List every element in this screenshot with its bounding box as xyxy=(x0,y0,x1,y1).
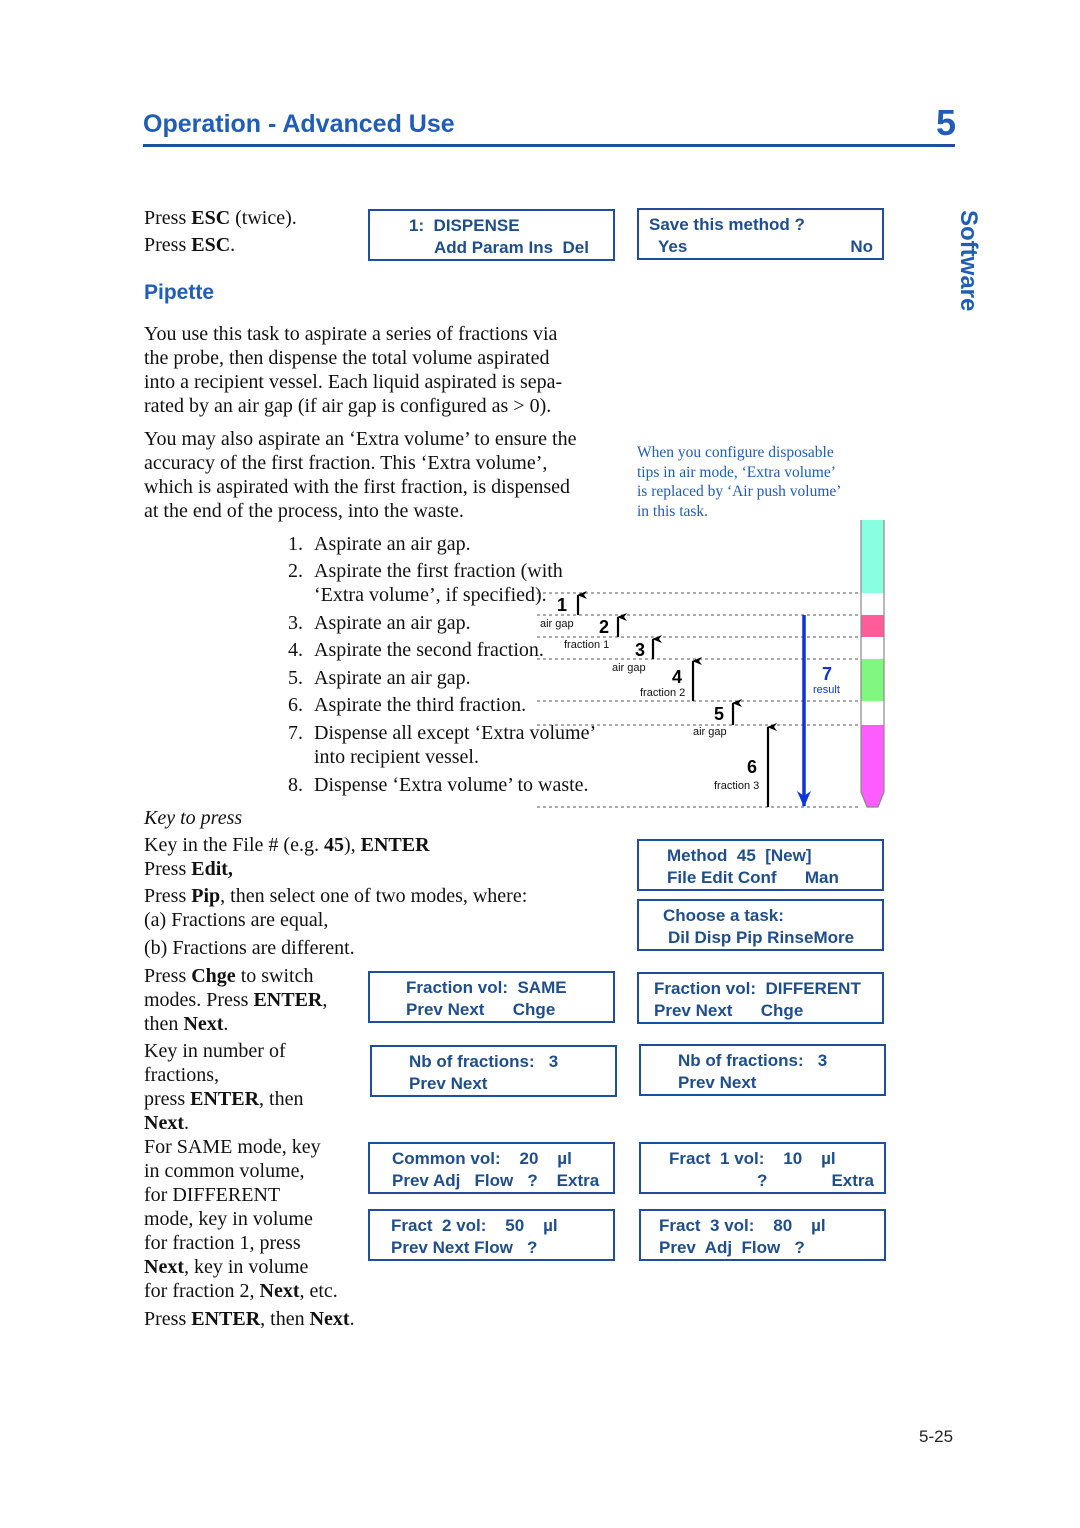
text-line: Press ESC (twice). xyxy=(144,207,297,229)
text-line: modes. Press ENTER, xyxy=(144,989,328,1011)
text-line: accuracy of the first fraction. This ‘Ex… xyxy=(144,452,548,474)
text-line: into a recipient vessel. Each liquid asp… xyxy=(144,371,563,393)
header-rule xyxy=(143,144,955,147)
text-line: Next, key in volume xyxy=(144,1256,309,1278)
text-line: Press Chge to switch xyxy=(144,965,314,987)
tube-segment xyxy=(861,520,884,593)
pipette-tube xyxy=(860,520,885,808)
tube-segment xyxy=(861,593,884,615)
tube-segment xyxy=(861,701,884,725)
side-tab: Software xyxy=(955,210,982,312)
lcd-method: Method 45 [New] File Edit Conf Man xyxy=(637,839,884,891)
text-line: You may also aspirate an ‘Extra volume’ … xyxy=(144,428,577,450)
text-line: fractions, xyxy=(144,1064,219,1086)
step-label: result xyxy=(813,684,840,696)
text-line: Press Pip, then select one of two modes,… xyxy=(144,885,528,907)
lcd-fraction-same: Fraction vol: SAME Prev Next Chge xyxy=(368,971,615,1023)
page-title: Operation - Advanced Use xyxy=(143,110,455,138)
step-number: 7 xyxy=(822,664,832,684)
pipette-diagram: 1 2 3 4 5 6 7 air gap fraction 1 air gap… xyxy=(537,520,885,808)
key-to-press-title: Key to press xyxy=(144,807,243,829)
step-label: fraction 2 xyxy=(640,687,685,699)
level-lines xyxy=(537,592,861,808)
step-label: air gap xyxy=(612,662,646,674)
text-line: Press ENTER, then Next. xyxy=(144,1308,355,1330)
text-line: You use this task to aspirate a series o… xyxy=(144,323,558,345)
text-line: in common volume, xyxy=(144,1160,305,1182)
lcd-fract3-vol: Fract 3 vol: 80 µl Prev Adj Flow ? xyxy=(639,1209,886,1261)
text-line: For SAME mode, key xyxy=(144,1136,321,1158)
text-line: Press ESC. xyxy=(144,234,236,256)
text-line: for fraction 1, press xyxy=(144,1232,301,1254)
lcd-fract1-vol: Fract 1 vol: 10 µl? Extra xyxy=(639,1142,886,1194)
step-number: 3 xyxy=(635,640,645,660)
text-line: for DIFFERENT xyxy=(144,1184,281,1206)
lcd-nb-fractions: Nb of fractions: 3 Prev Next xyxy=(639,1044,886,1096)
tube-segment xyxy=(861,659,884,701)
step-number: 2 xyxy=(599,617,609,637)
chapter-number: 5 xyxy=(936,102,957,143)
step-label: air gap xyxy=(693,726,727,738)
lcd-common-vol: Common vol: 20 µl Prev Adj Flow ? Extra xyxy=(368,1142,615,1194)
lcd-fraction-different: Fraction vol: DIFFERENT Prev Next Chge xyxy=(637,972,884,1024)
text-line: the probe, then dispense the total volum… xyxy=(144,347,550,369)
tube-segment xyxy=(861,615,884,637)
text-line: (b) Fractions are different. xyxy=(144,937,355,959)
tube-segment xyxy=(861,725,884,807)
tube-segment xyxy=(861,637,884,659)
lcd-save-method: Save this method ? Yes No xyxy=(637,208,884,260)
text-line: (a) Fractions are equal, xyxy=(144,909,329,931)
text-line: Next. xyxy=(144,1112,189,1134)
step-number: 5 xyxy=(714,704,724,724)
lcd-choose-task: Choose a task: Dil Disp Pip RinseMore xyxy=(637,899,884,951)
text-line: Key in number of xyxy=(144,1040,286,1062)
text-line: rated by an air gap (if air gap is confi… xyxy=(144,395,552,417)
step-label: fraction 1 xyxy=(564,639,609,651)
text-line: Press Edit, xyxy=(144,858,233,880)
lcd-dispense: 1: DISPENSE Add Param Ins Del xyxy=(368,209,615,261)
text-line: at the end of the process, into the wast… xyxy=(144,500,464,522)
text-line: which is aspirated with the first fracti… xyxy=(144,476,571,498)
lcd-fract2-vol: Fract 2 vol: 50 µl Prev Next Flow ? xyxy=(368,1209,615,1261)
page-number: 5-25 xyxy=(919,1427,954,1446)
text-line: mode, key in volume xyxy=(144,1208,313,1230)
lcd-nb-fractions: Nb of fractions: 3 Prev Next xyxy=(370,1045,617,1097)
step-label: fraction 3 xyxy=(714,780,759,792)
step-number: 4 xyxy=(672,667,682,687)
section-title: Pipette xyxy=(144,281,215,304)
step-number: 6 xyxy=(747,757,757,777)
step-number: 1 xyxy=(557,595,567,615)
text-line: press ENTER, then xyxy=(144,1088,304,1110)
text-line: Key in the File # (e.g. 45), ENTER xyxy=(144,834,430,856)
text-line: for fraction 2, Next, etc. xyxy=(144,1280,338,1302)
text-line: then Next. xyxy=(144,1013,229,1035)
step-label: air gap xyxy=(540,618,574,630)
